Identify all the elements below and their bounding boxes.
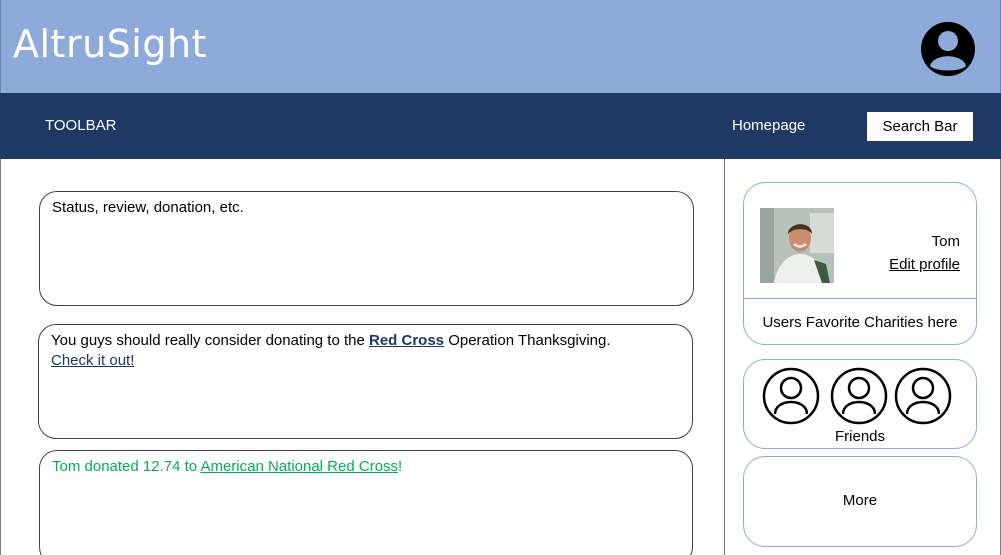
friends-label: Friends	[834, 428, 886, 445]
status-input[interactable]: Status, review, donation, etc.	[39, 191, 694, 306]
more-label: More	[842, 492, 878, 509]
app-title: AltruSight	[13, 22, 207, 66]
toolbar: TOOLBAR Homepage Search Bar	[0, 93, 1001, 159]
charity-link[interactable]: American National Red Cross	[200, 458, 398, 475]
homepage-link[interactable]: Homepage	[732, 117, 805, 134]
post-text: You guys should really consider donating…	[51, 332, 369, 349]
check-it-out-link[interactable]: Check it out!	[51, 352, 134, 369]
sidebar: Tom Edit profile Users Favorite Charitie…	[725, 159, 1001, 555]
donation-post: Tom donated 12.74 to American National R…	[39, 450, 693, 555]
edit-profile-link[interactable]: Edit profile	[889, 256, 960, 273]
profile-photo	[760, 208, 834, 283]
friend-icon[interactable]	[762, 367, 820, 425]
more-button[interactable]: More	[743, 456, 977, 547]
friends-card: Friends	[743, 359, 977, 449]
friend-icon[interactable]	[894, 367, 952, 425]
toolbar-label: TOOLBAR	[45, 117, 117, 134]
search-bar[interactable]: Search Bar	[866, 111, 974, 142]
divider	[744, 298, 976, 299]
charity-link[interactable]: Red Cross	[369, 332, 444, 349]
favorite-charities: Users Favorite Charities here	[762, 314, 958, 331]
post-text: !	[398, 458, 403, 475]
feed-panel: Status, review, donation, etc. You guys …	[0, 159, 725, 555]
profile-name: Tom	[931, 233, 960, 250]
app-header: AltruSight	[0, 0, 1001, 93]
feed-post: You guys should really consider donating…	[38, 324, 693, 439]
profile-card: Tom Edit profile Users Favorite Charitie…	[743, 182, 977, 345]
user-avatar-icon[interactable]	[919, 20, 977, 78]
post-text: Tom donated 12.74 to	[52, 458, 201, 475]
status-placeholder: Status, review, donation, etc.	[52, 199, 244, 216]
friend-icon[interactable]	[830, 367, 888, 425]
post-text: Operation Thanksgiving.	[444, 332, 611, 349]
